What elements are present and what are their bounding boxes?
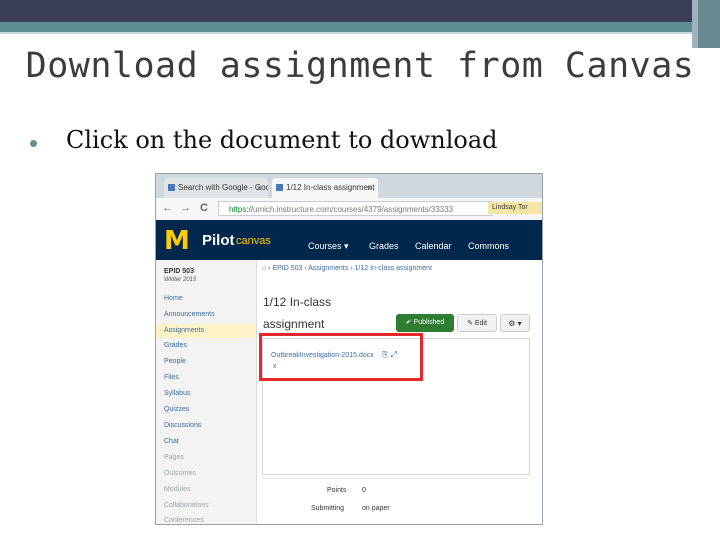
canvas-logo-text: canvas [236, 235, 271, 247]
submitting-value: on paper [362, 505, 390, 512]
sidebar-item-grades[interactable]: Grades [164, 342, 187, 349]
reload-icon[interactable]: C [200, 202, 208, 214]
michigan-logo[interactable]: M [164, 228, 190, 254]
slide-top-line [0, 32, 720, 34]
course-term: Winter 2015 [164, 277, 197, 283]
google-favicon-icon [168, 184, 175, 191]
slide-title: Download assignment from Canvas [25, 46, 695, 86]
published-button[interactable]: ✔ Published [396, 314, 454, 332]
edit-label: Edit [474, 320, 487, 327]
course-code: EPID 503 [164, 268, 194, 275]
bullet-text: Click on the document to download [66, 126, 498, 154]
canvas-header: M Pilot canvas Courses ▾ Grades Calendar… [156, 220, 542, 260]
check-circle-icon: ✔ [405, 319, 414, 326]
published-label: Published [413, 319, 445, 326]
settings-menu-button[interactable]: ⚙ ▾ [500, 314, 530, 332]
points-value: 0 [362, 487, 366, 494]
address-bar[interactable]: https://umich.instructure.com/courses/43… [218, 201, 492, 216]
pilot-logo-text: Pilot [202, 232, 235, 249]
tab-close-icon[interactable]: × [367, 178, 372, 198]
details-divider [262, 478, 528, 479]
sidebar-item-modules[interactable]: Modules [164, 486, 190, 493]
bullet-dot [30, 140, 37, 147]
sidebar-item-files[interactable]: Files [164, 374, 179, 381]
sidebar-item-discussions[interactable]: Discussions [164, 422, 201, 429]
highlight-box [259, 333, 423, 381]
tab-label: Search with Google - Google [178, 183, 268, 192]
forward-arrow-icon[interactable]: → [180, 202, 191, 214]
tab-label: 1/12 In-class assignment [286, 183, 375, 192]
nav-grades[interactable]: Grades [369, 241, 399, 251]
slide-top-stripe [0, 22, 720, 32]
sidebar-item-outcomes[interactable]: Outcomes [164, 470, 196, 477]
tab-close-icon[interactable]: × [257, 178, 262, 198]
sidebar-item-quizzes[interactable]: Quizzes [164, 406, 189, 413]
points-label: Points [327, 487, 347, 494]
sidebar-item-syllabus[interactable]: Syllabus [164, 390, 190, 397]
assignment-title-line2: assignment [263, 317, 325, 331]
back-arrow-icon[interactable]: ← [162, 202, 173, 214]
sidebar-item-announcements[interactable]: Announcements [164, 311, 215, 318]
sidebar-item-home[interactable]: Home [164, 295, 183, 302]
pencil-icon: ✎ [467, 320, 475, 327]
sidebar-item-collaborations[interactable]: Collaborations [164, 502, 209, 509]
sidebar-item-people[interactable]: People [164, 358, 186, 365]
browser-tab-google[interactable]: Search with Google - Google × [164, 178, 268, 198]
canvas-favicon-icon [276, 184, 283, 191]
nav-commons[interactable]: Commons [468, 241, 509, 251]
assignment-title-line1: 1/12 In-class [263, 295, 332, 309]
url-path: umich.instructure.com/courses/4379/assig… [253, 205, 454, 214]
sidebar-item-pages[interactable]: Pages [164, 454, 184, 461]
browser-tab-assignment[interactable]: 1/12 In-class assignment × [272, 178, 378, 198]
nav-calendar[interactable]: Calendar [415, 241, 452, 251]
sidebar-item-conferences[interactable]: Conferences [164, 517, 204, 524]
edit-button[interactable]: ✎ Edit [457, 314, 497, 332]
canvas-screenshot: Search with Google - Google × 1/12 In-cl… [155, 173, 543, 525]
slide-top-bar [0, 0, 720, 22]
browser-toolbar: ← → C https://umich.instructure.com/cour… [156, 198, 542, 221]
submitting-label: Submitting [311, 505, 345, 512]
slide-corner-accent [698, 0, 720, 48]
url-secure-scheme: https:// [229, 205, 254, 214]
nav-courses[interactable]: Courses ▾ [308, 241, 349, 252]
breadcrumb[interactable]: ⌂ › EPID 503 › Assignments › 1/12 In-cla… [262, 265, 432, 272]
browser-tab-bar: Search with Google - Google × 1/12 In-cl… [156, 174, 542, 198]
sidebar-item-assignments[interactable]: Assignments [156, 324, 256, 338]
sidebar-item-chat[interactable]: Chat [164, 438, 179, 445]
user-name-button[interactable]: Lindsay Tor [488, 202, 542, 214]
